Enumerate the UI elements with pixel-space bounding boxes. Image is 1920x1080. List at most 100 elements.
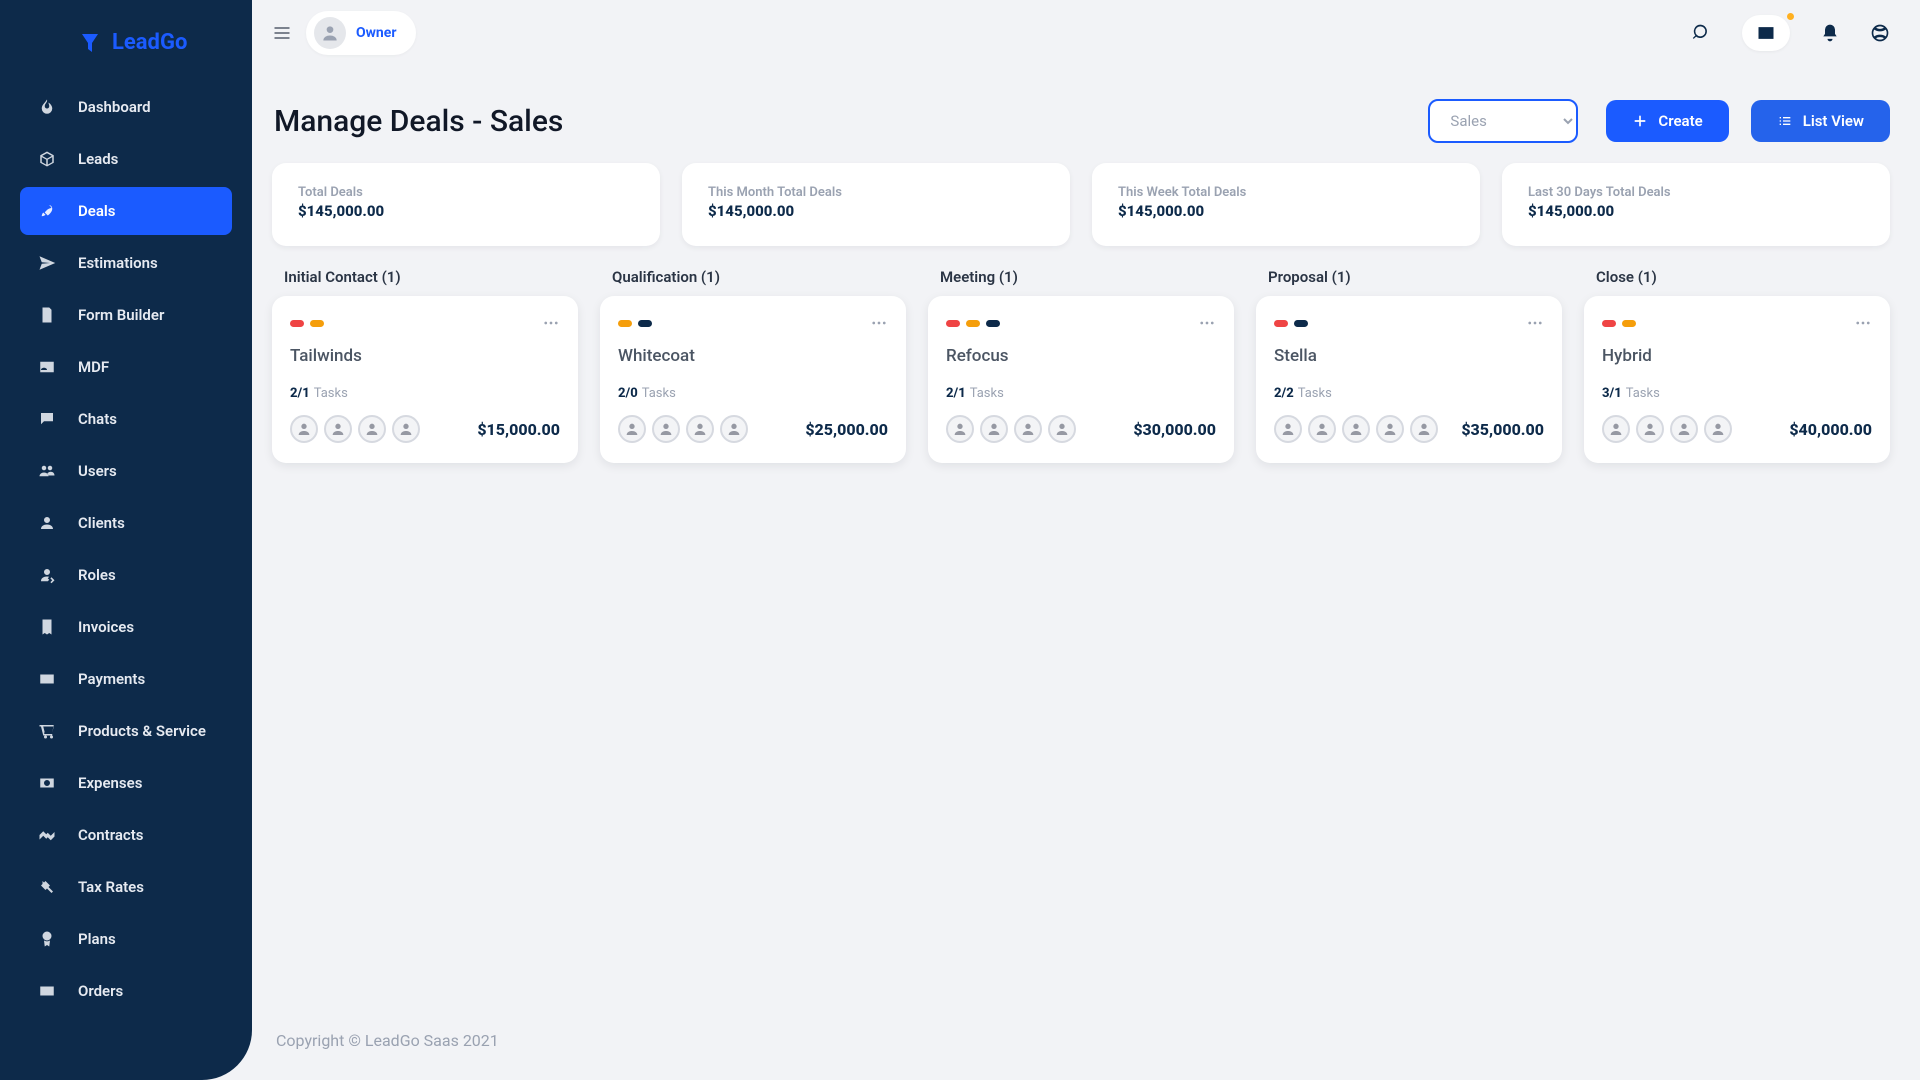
- stat-card: Last 30 Days Total Deals$145,000.00: [1502, 163, 1890, 246]
- tag-pill: [1602, 320, 1616, 327]
- award-icon: [38, 930, 56, 948]
- sidebar-item-label: Chats: [78, 410, 117, 428]
- deal-amount: $30,000.00: [1133, 420, 1216, 439]
- list-view-button[interactable]: List View: [1751, 100, 1890, 142]
- sidebar-item-products-service[interactable]: Products & Service: [20, 707, 232, 755]
- assignee-avatar[interactable]: [946, 415, 974, 443]
- language-icon[interactable]: [1870, 23, 1890, 43]
- assignee-avatar[interactable]: [1670, 415, 1698, 443]
- owner-chip[interactable]: Owner: [306, 11, 416, 55]
- tag-pill: [1294, 320, 1308, 327]
- sidebar: LeadGo DashboardLeads Deals EstimationsFor…: [0, 0, 252, 1080]
- assignee-avatar[interactable]: [1342, 415, 1370, 443]
- sidebar-item-label: Deals: [78, 202, 116, 220]
- deal-card[interactable]: Refocus 2/1Tasks $30,000.00: [928, 296, 1234, 463]
- sidebar-item-dashboard[interactable]: Dashboard: [20, 83, 232, 131]
- sidebar-item-chats[interactable]: Chats: [20, 395, 232, 443]
- kanban-board: Initial Contact (1) Tailwinds 2/1Tasks $…: [272, 268, 1890, 463]
- stat-value: $145,000.00: [1118, 202, 1454, 220]
- tag-pill: [966, 320, 980, 327]
- deal-card[interactable]: Whitecoat 2/0Tasks $25,000.00: [600, 296, 906, 463]
- tasks-line: 2/1Tasks: [290, 386, 560, 401]
- sidebar-item-mdf[interactable]: MDF: [20, 343, 232, 391]
- sidebar-item-label: Tax Rates: [78, 878, 144, 896]
- page-header: Manage Deals - Sales Sales Create List V…: [274, 99, 1890, 143]
- sidebar-item-plans[interactable]: Plans: [20, 915, 232, 963]
- messages-icon[interactable]: [1742, 15, 1790, 51]
- assignee-avatar[interactable]: [1636, 415, 1664, 443]
- tasks-ratio: 2/2: [1274, 386, 1294, 401]
- create-button[interactable]: Create: [1606, 100, 1728, 142]
- deal-card[interactable]: Tailwinds 2/1Tasks $15,000.00: [272, 296, 578, 463]
- sidebar-item-orders[interactable]: Orders: [20, 967, 232, 1015]
- assignee-avatar[interactable]: [618, 415, 646, 443]
- stat-card: This Month Total Deals$145,000.00: [682, 163, 1070, 246]
- deal-card[interactable]: Hybrid 3/1Tasks $40,000.00: [1584, 296, 1890, 463]
- card-more-icon[interactable]: [870, 314, 888, 332]
- tag-pills: [946, 320, 1000, 327]
- send-icon: [38, 254, 56, 272]
- assignee-avatar[interactable]: [1274, 415, 1302, 443]
- assignee-avatar[interactable]: [358, 415, 386, 443]
- deal-card[interactable]: Stella 2/2Tasks $35,000.00: [1256, 296, 1562, 463]
- pipeline-select[interactable]: Sales: [1428, 99, 1578, 143]
- card-more-icon[interactable]: [1526, 314, 1544, 332]
- sidebar-item-payments[interactable]: Payments: [20, 655, 232, 703]
- assignee-avatar[interactable]: [1308, 415, 1336, 443]
- assignee-avatar[interactable]: [1410, 415, 1438, 443]
- brand-logo[interactable]: LeadGo: [0, 18, 252, 83]
- assignee-avatar[interactable]: [1602, 415, 1630, 443]
- sidebar-item-clients[interactable]: Clients: [20, 499, 232, 547]
- users-icon: [38, 462, 56, 480]
- top-actions: [1692, 15, 1890, 51]
- sidebar-item-tax-rates[interactable]: Tax Rates: [20, 863, 232, 911]
- sidebar-item-invoices[interactable]: Invoices: [20, 603, 232, 651]
- assignee-avatars: [618, 415, 748, 443]
- money-icon: [38, 774, 56, 792]
- tag-pills: [618, 320, 652, 327]
- content: Manage Deals - Sales Sales Create List V…: [252, 65, 1920, 1080]
- roles-icon: [38, 566, 56, 584]
- sidebar-item-roles[interactable]: Roles: [20, 551, 232, 599]
- sidebar-item-label: Expenses: [78, 774, 142, 792]
- card-more-icon[interactable]: [542, 314, 560, 332]
- sidebar-toggle[interactable]: [272, 23, 292, 43]
- tasks-label: Tasks: [314, 386, 348, 401]
- brand-icon: [78, 31, 102, 55]
- sidebar-item-label: MDF: [78, 358, 109, 376]
- assignee-avatar[interactable]: [1014, 415, 1042, 443]
- sidebar-item-deals[interactable]: Deals: [20, 187, 232, 235]
- tag-pill: [638, 320, 652, 327]
- assignee-avatar[interactable]: [1704, 415, 1732, 443]
- sidebar-item-leads[interactable]: Leads: [20, 135, 232, 183]
- assignee-avatar[interactable]: [980, 415, 1008, 443]
- notifications-icon[interactable]: [1820, 23, 1840, 43]
- cube-icon: [38, 150, 56, 168]
- assignee-avatar[interactable]: [652, 415, 680, 443]
- assignee-avatar[interactable]: [1376, 415, 1404, 443]
- tools-icon: [38, 878, 56, 896]
- sidebar-item-estimations[interactable]: Estimations: [20, 239, 232, 287]
- assignee-avatar[interactable]: [720, 415, 748, 443]
- sidebar-item-expenses[interactable]: Expenses: [20, 759, 232, 807]
- assignee-avatar[interactable]: [686, 415, 714, 443]
- stat-card: This Week Total Deals$145,000.00: [1092, 163, 1480, 246]
- deal-amount: $25,000.00: [805, 420, 888, 439]
- deal-name: Whitecoat: [618, 346, 888, 366]
- tasks-ratio: 2/1: [946, 386, 966, 401]
- sidebar-item-label: Invoices: [78, 618, 134, 636]
- assignee-avatar[interactable]: [290, 415, 318, 443]
- sidebar-item-label: Clients: [78, 514, 125, 532]
- assignee-avatar[interactable]: [1048, 415, 1076, 443]
- assignee-avatar[interactable]: [392, 415, 420, 443]
- tasks-line: 2/2Tasks: [1274, 386, 1544, 401]
- tasks-line: 2/0Tasks: [618, 386, 888, 401]
- card-more-icon[interactable]: [1198, 314, 1216, 332]
- sidebar-item-users[interactable]: Users: [20, 447, 232, 495]
- sidebar-item-form-builder[interactable]: Form Builder: [20, 291, 232, 339]
- sidebar-item-contracts[interactable]: Contracts: [20, 811, 232, 859]
- assignee-avatar[interactable]: [324, 415, 352, 443]
- search-icon[interactable]: [1692, 23, 1712, 43]
- avatar-icon: [314, 17, 346, 49]
- card-more-icon[interactable]: [1854, 314, 1872, 332]
